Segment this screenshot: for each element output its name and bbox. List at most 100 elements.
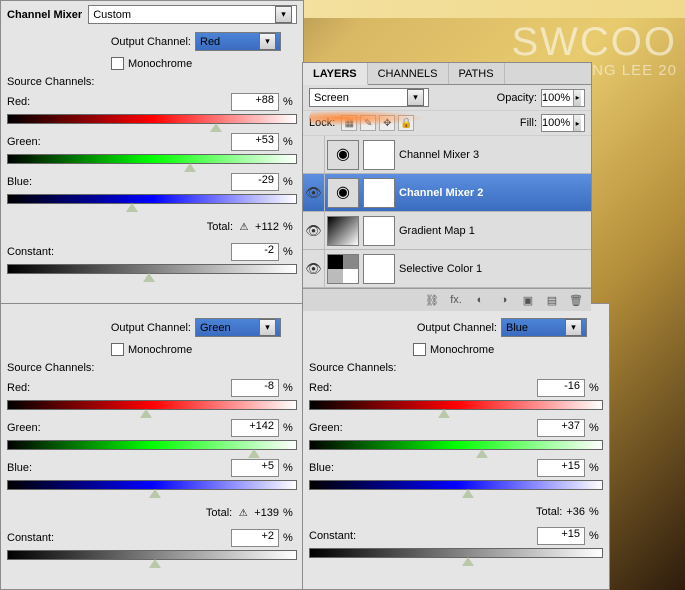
monochrome-checkbox[interactable] — [111, 343, 124, 356]
arrow-icon: ▸ — [573, 115, 581, 131]
blue-value-input[interactable]: +15 — [537, 459, 585, 477]
constant-slider[interactable] — [7, 550, 297, 560]
adjustment-layer-icon[interactable]: ◑ — [495, 292, 513, 308]
layer-mask-icon[interactable]: ◐ — [471, 292, 489, 308]
source-channels-label: Source Channels: — [1, 76, 303, 92]
monochrome-checkbox[interactable] — [111, 57, 124, 70]
red-value-input[interactable]: +88 — [231, 93, 279, 111]
blue-label: Blue: — [7, 176, 32, 188]
mask-thumb — [363, 140, 395, 170]
green-slider[interactable] — [7, 440, 297, 450]
output-channel-label: Output Channel: — [111, 36, 191, 48]
visibility-toggle[interactable]: 👁 — [305, 261, 322, 277]
group-icon[interactable]: ▣ — [519, 292, 537, 308]
channel-mixer-panel-green: Output Channel: Green ▾ Monochrome Sourc… — [0, 303, 304, 590]
constant-value-input[interactable]: +2 — [231, 529, 279, 547]
preset-select[interactable]: Custom ▾ — [88, 5, 297, 24]
preset-value: Custom — [93, 9, 131, 21]
red-label: Red: — [309, 382, 332, 394]
chevron-down-icon: ▾ — [565, 319, 582, 336]
constant-slider[interactable] — [309, 548, 603, 558]
output-channel-value: Blue — [506, 322, 528, 334]
channel-mixer-panel-blue: Output Channel: Blue ▾ Monochrome Source… — [302, 303, 610, 590]
constant-label: Constant: — [7, 532, 54, 544]
layers-panel: LAYERS CHANNELS PATHS Screen ▾ Opacity: … — [302, 62, 592, 304]
warning-icon: ⚠ — [236, 506, 250, 520]
lock-position-icon[interactable]: ✥ — [379, 115, 395, 131]
mask-thumb — [363, 178, 395, 208]
arrow-icon: ▸ — [573, 90, 581, 106]
constant-value-input[interactable]: -2 — [231, 243, 279, 261]
total-value: +112 — [255, 221, 279, 233]
green-slider[interactable] — [309, 440, 603, 450]
visibility-toggle[interactable]: 👁 — [305, 223, 322, 239]
lock-transparency-icon[interactable]: ▦ — [341, 115, 357, 131]
output-channel-value: Red — [200, 36, 220, 48]
blue-slider[interactable] — [7, 194, 297, 204]
output-channel-label: Output Channel: — [111, 322, 191, 334]
green-value-input[interactable]: +142 — [231, 419, 279, 437]
panel-tabs: LAYERS CHANNELS PATHS — [303, 63, 591, 85]
red-slider[interactable] — [7, 114, 297, 124]
output-channel-label: Output Channel: — [417, 322, 497, 334]
chevron-down-icon: ▾ — [259, 319, 276, 336]
panel-title: Channel Mixer — [7, 9, 82, 21]
layer-row[interactable]: 👁 Selective Color 1 — [303, 250, 591, 288]
red-value-input[interactable]: -8 — [231, 379, 279, 397]
layers-footer: ⛓ fx. ◐ ◑ ▣ ▤ 🗑 — [303, 288, 591, 311]
red-slider[interactable] — [7, 400, 297, 410]
tab-layers[interactable]: LAYERS — [303, 63, 368, 85]
layer-style-icon[interactable]: fx. — [447, 292, 465, 308]
opacity-label: Opacity: — [497, 92, 537, 104]
constant-value-input[interactable]: +15 — [537, 527, 585, 545]
watermark-text: SWCOO — [511, 20, 677, 65]
visibility-toggle[interactable]: 👁 — [305, 185, 322, 201]
mask-thumb — [363, 216, 395, 246]
constant-label: Constant: — [309, 530, 356, 542]
red-value-input[interactable]: -16 — [537, 379, 585, 397]
new-layer-icon[interactable]: ▤ — [543, 292, 561, 308]
layer-name: Channel Mixer 2 — [399, 187, 483, 199]
total-label: Total: — [206, 507, 232, 519]
lock-pixels-icon[interactable]: ✎ — [360, 115, 376, 131]
blue-value-input[interactable]: -29 — [231, 173, 279, 191]
lock-all-icon[interactable]: 🔒 — [398, 115, 414, 131]
output-channel-select[interactable]: Green ▾ — [195, 318, 281, 337]
fill-label: Fill: — [520, 117, 537, 129]
blue-label: Blue: — [309, 462, 334, 474]
source-channels-label: Source Channels: — [1, 362, 303, 378]
total-value: +36 — [566, 506, 585, 518]
chevron-down-icon: ▾ — [259, 33, 276, 50]
green-slider[interactable] — [7, 154, 297, 164]
blend-mode-select[interactable]: Screen ▾ — [309, 88, 429, 107]
blue-slider[interactable] — [309, 480, 603, 490]
layer-name: Gradient Map 1 — [399, 225, 475, 237]
mask-thumb — [363, 254, 395, 284]
blue-label: Blue: — [7, 462, 32, 474]
constant-label: Constant: — [7, 246, 54, 258]
green-value-input[interactable]: +37 — [537, 419, 585, 437]
output-channel-select[interactable]: Blue ▾ — [501, 318, 587, 337]
delete-layer-icon[interactable]: 🗑 — [567, 292, 585, 308]
output-channel-select[interactable]: Red ▾ — [195, 32, 281, 51]
adjustment-thumb: ◉ — [327, 140, 359, 170]
blue-value-input[interactable]: +5 — [231, 459, 279, 477]
fill-input[interactable]: 100%▸ — [541, 114, 585, 132]
tab-channels[interactable]: CHANNELS — [368, 63, 449, 84]
link-layers-icon[interactable]: ⛓ — [423, 292, 441, 308]
red-label: Red: — [7, 382, 30, 394]
channel-mixer-panel-red: Channel Mixer Custom ▾ Output Channel: R… — [0, 0, 304, 305]
layer-row[interactable]: 👁 ◉ Channel Mixer 2 — [303, 174, 591, 212]
constant-slider[interactable] — [7, 264, 297, 274]
monochrome-checkbox[interactable] — [413, 343, 426, 356]
red-slider[interactable] — [309, 400, 603, 410]
total-value: +139 — [254, 507, 279, 519]
green-value-input[interactable]: +53 — [231, 133, 279, 151]
tab-paths[interactable]: PATHS — [449, 63, 505, 84]
green-label: Green: — [7, 422, 41, 434]
layer-row[interactable]: ◉ Channel Mixer 3 — [303, 136, 591, 174]
opacity-input[interactable]: 100%▸ — [541, 89, 585, 107]
layer-row[interactable]: 👁 Gradient Map 1 — [303, 212, 591, 250]
blue-slider[interactable] — [7, 480, 297, 490]
lock-label: Lock: — [309, 117, 335, 129]
